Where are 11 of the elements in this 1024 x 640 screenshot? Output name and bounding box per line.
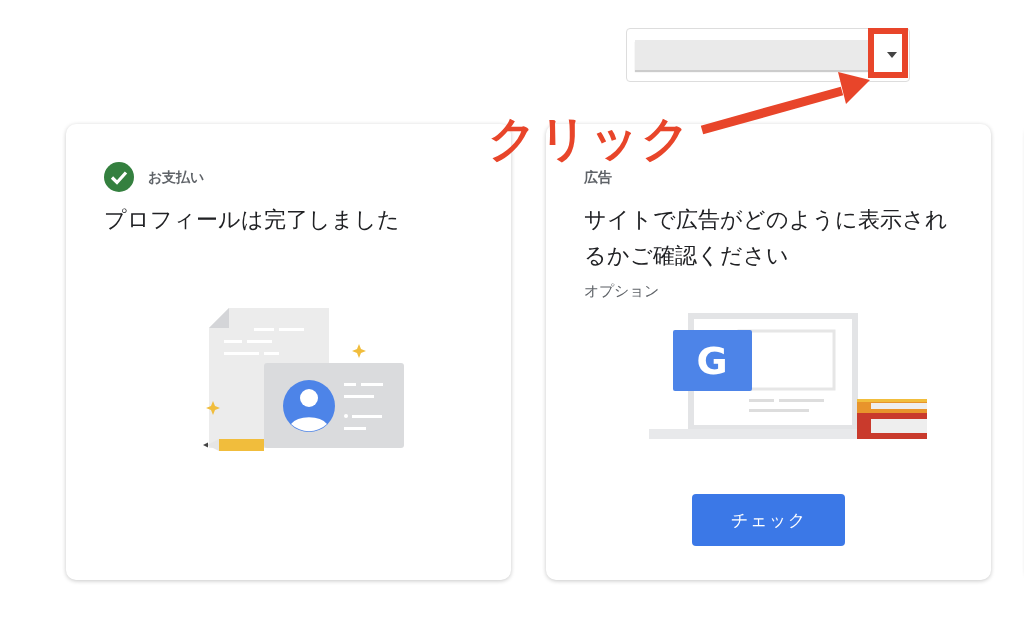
category-label: 広告 (584, 168, 612, 187)
highlight-box (868, 28, 908, 78)
card-subtitle: オプション (584, 282, 660, 301)
card-title: プロフィールは完了しました (104, 206, 401, 234)
caret-icon (887, 52, 897, 58)
card-title: サイトで広告がどのように表示されるかご確認ください (584, 206, 949, 270)
letter-logo: G (672, 330, 752, 391)
category-label: お支払い (148, 168, 204, 187)
dropdown-select[interactable] (626, 28, 910, 82)
check-button[interactable]: チェック (692, 494, 845, 546)
annotation-label: クリック (488, 109, 692, 168)
